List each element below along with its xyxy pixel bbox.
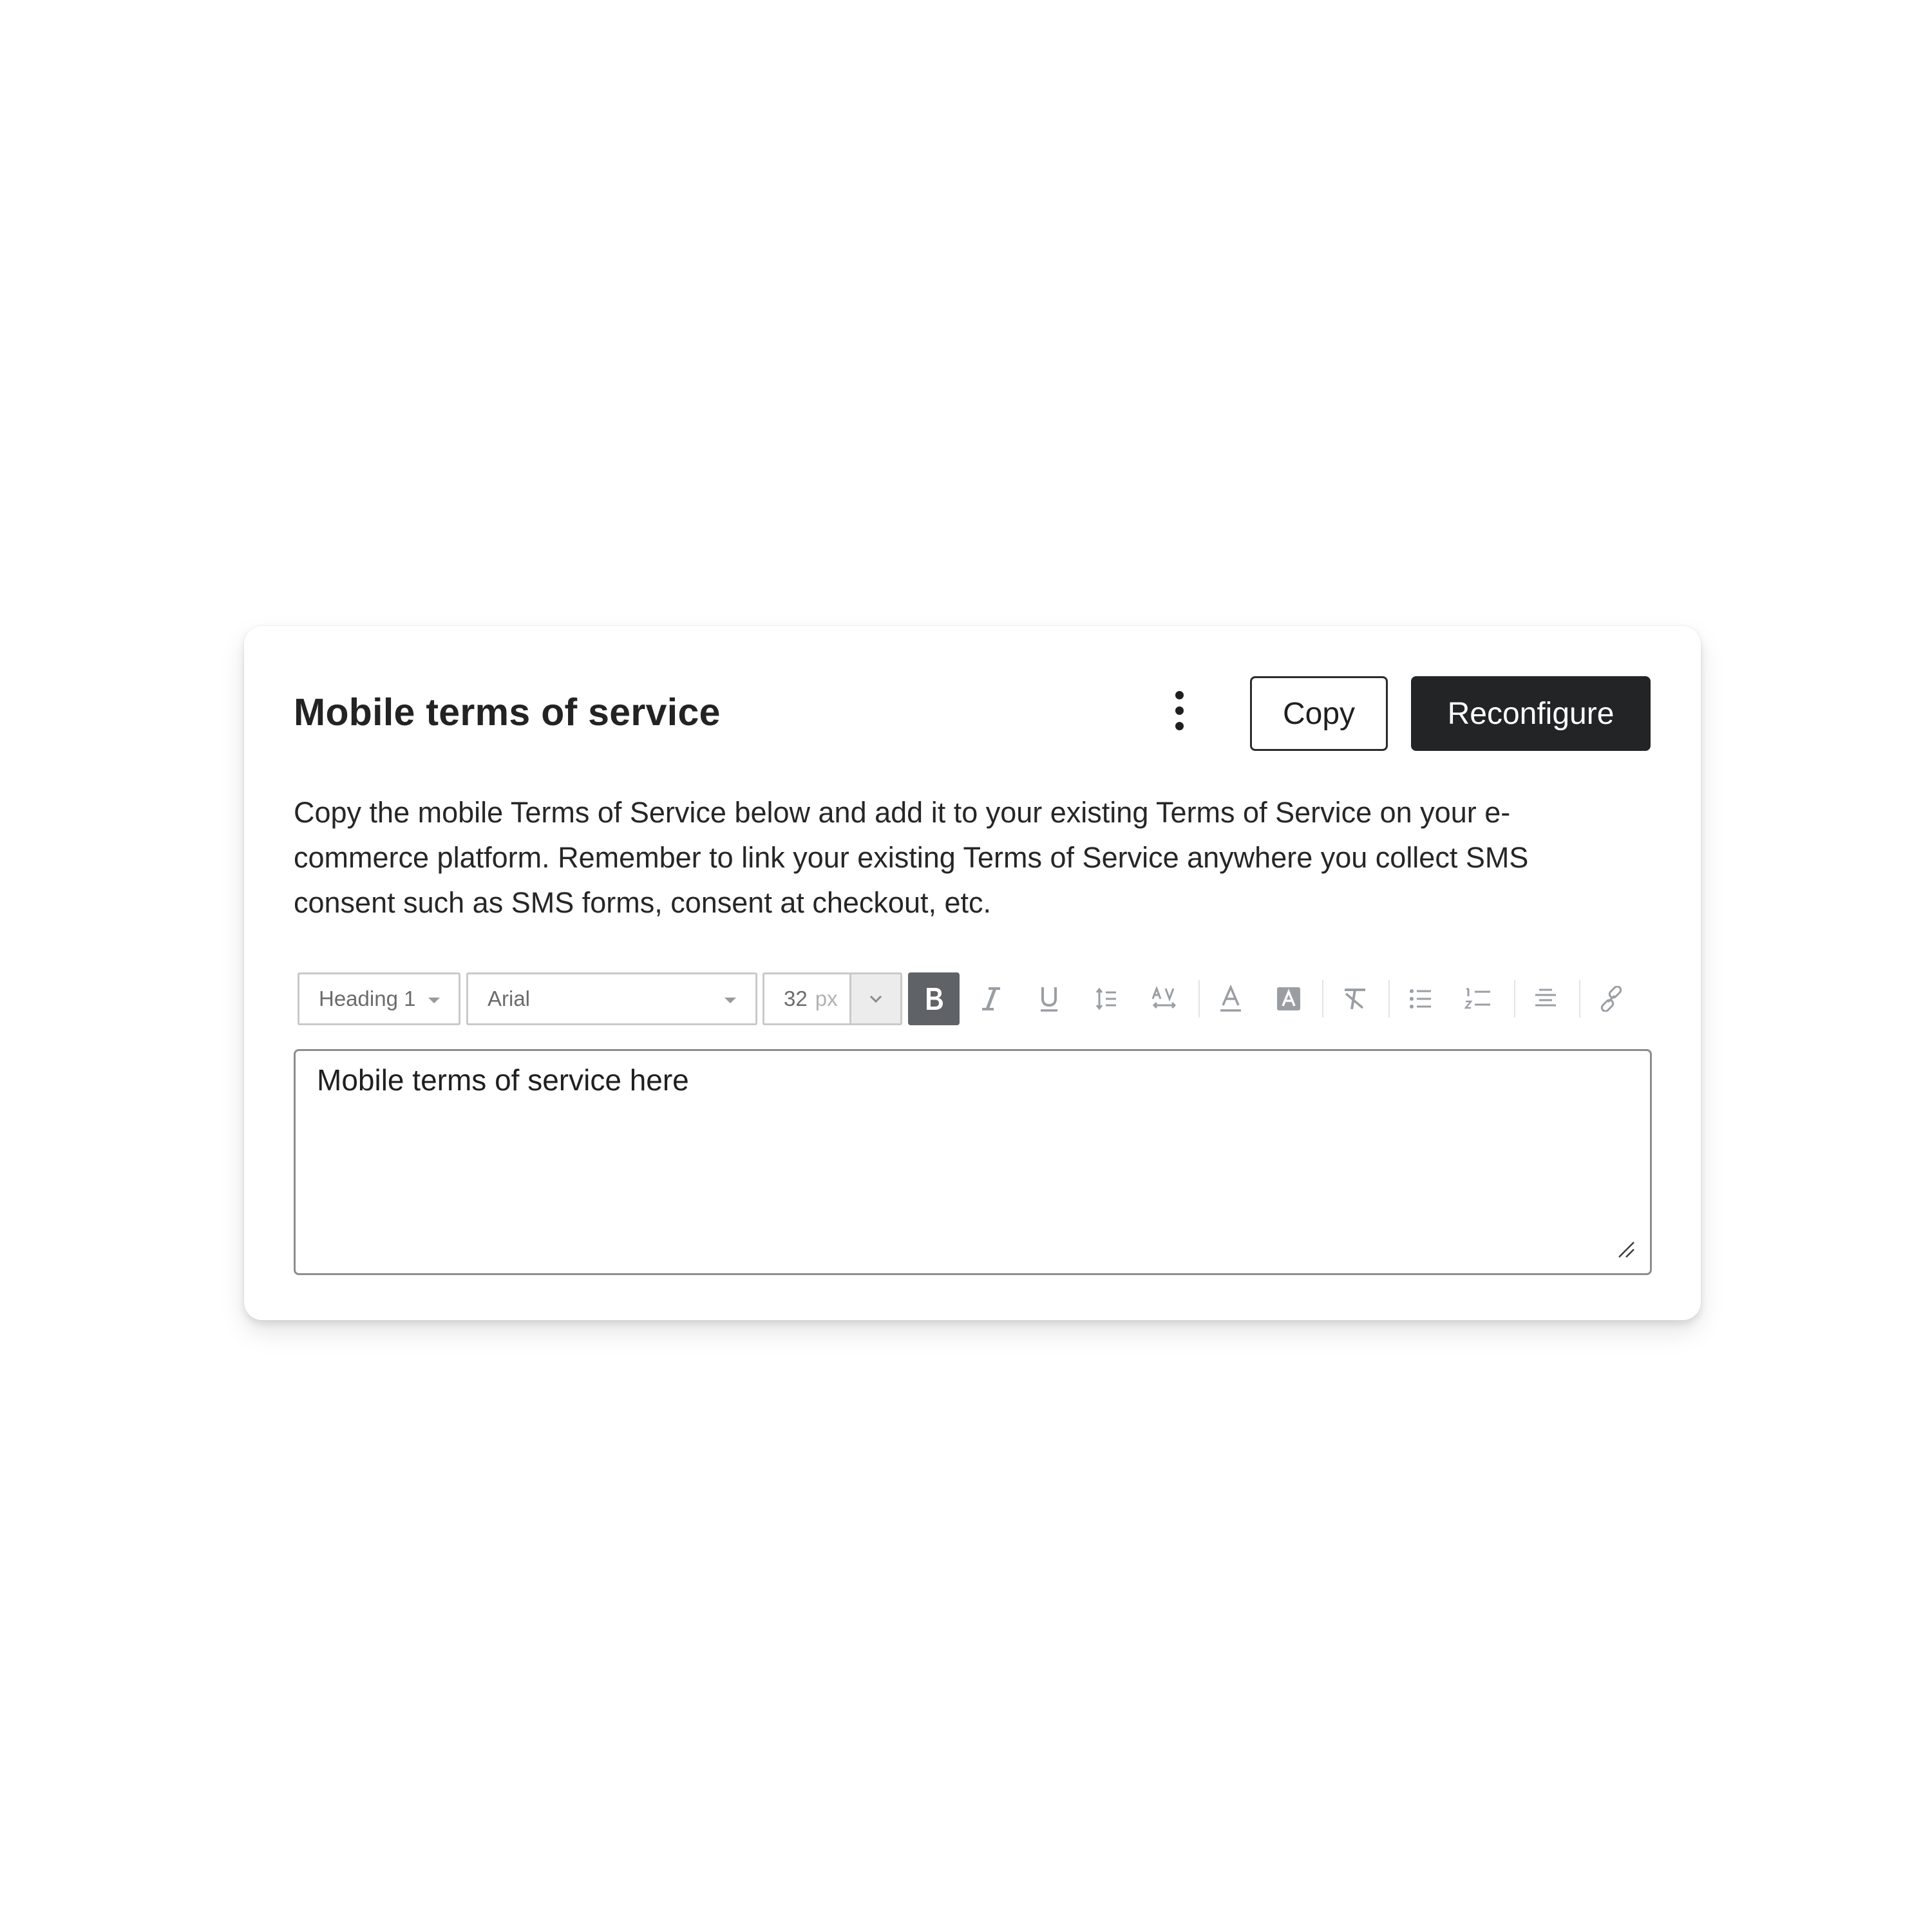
font-family-select[interactable]: Arial [466, 972, 757, 1025]
rich-text-toolbar: Heading 1 Arial 32 px [298, 972, 1656, 1025]
text-color-button[interactable] [1205, 972, 1256, 1025]
highlight-color-button[interactable] [1263, 972, 1314, 1025]
toolbar-separator [1514, 980, 1515, 1018]
italic-button[interactable] [965, 972, 1017, 1025]
bold-button[interactable] [908, 972, 960, 1025]
card-title: Mobile terms of service [294, 691, 721, 734]
bulleted-list-button[interactable] [1395, 972, 1446, 1025]
font-size-select[interactable]: 32 px [762, 972, 902, 1025]
toolbar-separator [1198, 980, 1200, 1018]
more-options-button[interactable] [1163, 685, 1195, 735]
card-description: Copy the mobile Terms of Service below a… [294, 796, 1529, 919]
chevron-down-icon [428, 998, 440, 1003]
resize-handle-icon[interactable] [1616, 1240, 1636, 1259]
underline-icon [1041, 987, 1057, 1012]
bulleted-list-icon [1410, 989, 1431, 1009]
terms-editor[interactable]: Mobile terms of service here [294, 1049, 1652, 1275]
copy-button[interactable]: Copy [1250, 676, 1388, 751]
editor-content: Mobile terms of service here [317, 1063, 689, 1097]
block-style-select[interactable]: Heading 1 [298, 972, 460, 1025]
align-center-icon [1535, 989, 1556, 1007]
link-icon [1600, 986, 1622, 1012]
letter-spacing-icon [1151, 986, 1177, 1009]
line-height-icon [1095, 987, 1116, 1010]
numbered-list-button[interactable] [1453, 972, 1504, 1025]
chevron-down-icon [724, 998, 736, 1003]
insert-link-button[interactable] [1586, 972, 1637, 1025]
font-size-unit: px [815, 987, 838, 1010]
line-height-button[interactable] [1081, 972, 1133, 1025]
toolbar-separator [1579, 980, 1580, 1018]
more-dot [1175, 721, 1184, 730]
more-vertical-icon [1175, 690, 1184, 699]
reconfigure-button[interactable]: Reconfigure [1411, 676, 1651, 751]
more-dot [1175, 706, 1184, 715]
numbered-list-icon [1464, 987, 1490, 1009]
bold-icon [927, 988, 943, 1010]
font-size-dropdown-button[interactable] [849, 974, 900, 1023]
underline-button[interactable] [1023, 972, 1075, 1025]
chevron-down-icon [869, 995, 882, 1003]
font-size-value: 32 [784, 987, 808, 1010]
align-center-button[interactable] [1520, 972, 1571, 1025]
toolbar-separator [1388, 980, 1390, 1018]
clear-formatting-button[interactable] [1329, 972, 1381, 1025]
highlight-color-icon [1277, 987, 1300, 1010]
mobile-terms-card: Mobile terms of service Copy Reconfigure… [244, 626, 1701, 1320]
block-style-value: Heading 1 [319, 987, 416, 1010]
italic-icon [982, 987, 1000, 1010]
clear-formatting-icon [1345, 989, 1365, 1010]
letter-spacing-button[interactable] [1139, 972, 1190, 1025]
font-family-value: Arial [488, 987, 531, 1010]
text-color-icon [1220, 985, 1241, 1012]
toolbar-separator [1322, 980, 1323, 1018]
